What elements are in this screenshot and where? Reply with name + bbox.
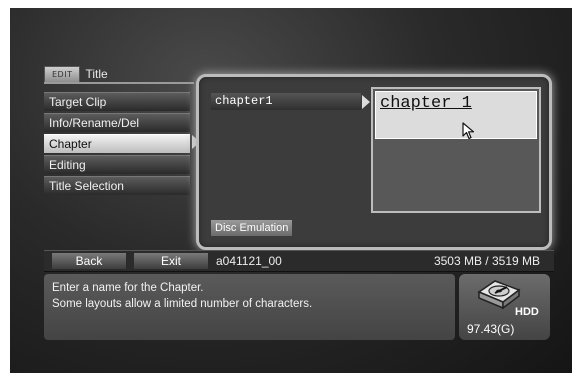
exit-button[interactable]: Exit: [134, 253, 208, 269]
help-message-line-2: Some layouts allow a limited number of c…: [52, 298, 313, 310]
chapter-panel: chapter1 chapter_1 Disc Emulation: [196, 74, 552, 250]
clip-name: a041121_00: [216, 254, 282, 268]
menu-item-editing[interactable]: Editing: [44, 155, 190, 174]
hdd-status: HDD 97.43(G): [459, 274, 550, 340]
bottom-bar: Back Exit a041121_00 3503 MB / 3519 MB: [44, 250, 554, 272]
page-title: Title: [85, 67, 108, 81]
help-message: Enter a name for the Chapter. Some layou…: [44, 274, 455, 340]
chapter-name-value: chapter_1: [380, 94, 472, 113]
name-entry-box: chapter_1: [371, 87, 541, 213]
menu-item-target-clip[interactable]: Target Clip: [44, 92, 190, 111]
capacity-readout: 3503 MB / 3519 MB: [433, 254, 540, 268]
edit-badge: EDIT: [44, 65, 81, 83]
side-menu: Target Clip Info/Rename/Del Chapter Edit…: [44, 92, 190, 197]
screen: EDIT Title Target Clip Info/Rename/Del C…: [10, 8, 572, 373]
back-button[interactable]: Back: [52, 253, 126, 269]
menu-item-info-rename-del[interactable]: Info/Rename/Del: [44, 113, 190, 132]
title-tab: EDIT Title: [44, 65, 108, 83]
chapter-list-item[interactable]: chapter1: [211, 93, 361, 110]
hdd-free-space: 97.43(G): [467, 322, 515, 336]
hdd-label: HDD: [515, 306, 539, 318]
title-underline: [44, 82, 194, 84]
chapter-pointer-arrow-icon: [362, 95, 370, 109]
mouse-cursor-icon: [462, 122, 475, 140]
menu-item-chapter[interactable]: Chapter: [44, 134, 190, 153]
chapter-name-field[interactable]: chapter_1: [375, 91, 537, 140]
help-message-line-1: Enter a name for the Chapter.: [52, 282, 204, 294]
disc-emulation-button[interactable]: Disc Emulation: [211, 220, 293, 236]
menu-item-title-selection[interactable]: Title Selection: [44, 176, 190, 195]
